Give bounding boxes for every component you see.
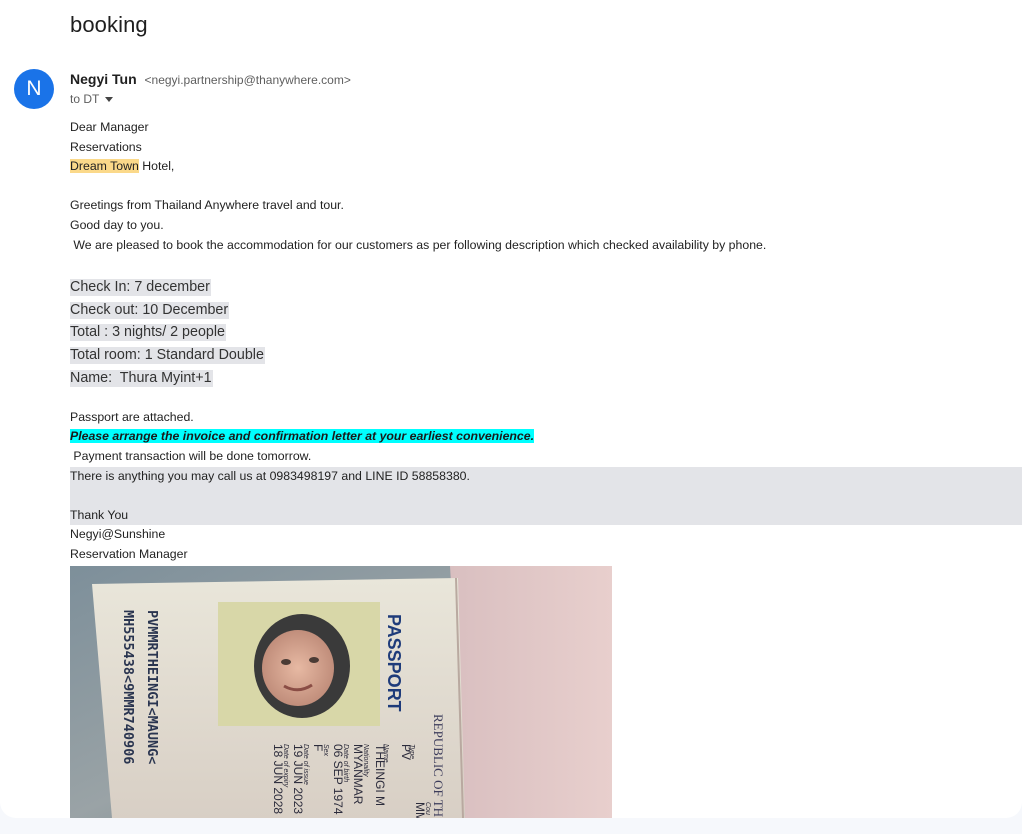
passport-field-value: 19 JUN 2023 xyxy=(291,744,305,814)
signature-line: Reservation Manager xyxy=(70,546,188,561)
email-message: booking N Negyi Tun <negyi.partnership@t… xyxy=(0,0,1022,818)
passport-field-value: 06 SEP 1974 xyxy=(331,744,345,815)
signature-line: Negyi@Sunshine xyxy=(70,527,166,542)
payment-note: Payment transaction will be done tomorro… xyxy=(70,448,312,463)
passport-mrz-line: MH555438<9MMR740906 xyxy=(120,610,136,764)
booking-detail-row: Check In: 7 december xyxy=(70,276,1022,299)
passport-field-value: MM xyxy=(413,802,427,818)
passport-issuer: REPUBLIC OF TH xyxy=(431,714,446,817)
booking-detail-text: Name: Thura Myint+1 xyxy=(70,369,213,387)
passport-field-value: F xyxy=(311,744,325,751)
booking-detail-text: Check In: 7 december xyxy=(70,278,211,296)
email-body: Dear Manager Reservations Dream Town Hot… xyxy=(70,118,1022,564)
greeting-line: Good day to you. xyxy=(70,217,164,232)
request-highlight: Please arrange the invoice and confirmat… xyxy=(70,429,535,444)
booking-detail-row: Name: Thura Myint+1 xyxy=(70,367,1022,390)
booking-detail-row: Total room: 1 Standard Double xyxy=(70,344,1022,367)
booking-details: Check In: 7 december Check out: 10 Decem… xyxy=(70,276,1022,390)
selected-text-block: There is anything you may call us at 098… xyxy=(70,466,1022,526)
passport-field-value: 18 JUN 2028 xyxy=(271,744,285,814)
booking-detail-text: Check out: 10 December xyxy=(70,301,230,319)
recipient-label: to DT xyxy=(70,92,100,106)
sender-avatar[interactable]: N xyxy=(14,69,54,109)
recipient-toggle[interactable]: to DT xyxy=(70,92,114,106)
sender-email: <negyi.partnership@thanywhere.com> xyxy=(144,73,351,87)
passport-mrz-line: PVMMRTHEINGI<MAUNG< xyxy=(144,610,160,764)
passport-field-value: PV xyxy=(399,744,413,760)
chevron-down-icon xyxy=(105,97,114,102)
booking-detail-text: Total : 3 nights/ 2 people xyxy=(70,324,226,342)
salutation-line: Dear Manager xyxy=(70,120,149,134)
greeting-line: Greetings from Thailand Anywhere travel … xyxy=(70,198,344,213)
hotel-name-highlight: Dream Town xyxy=(70,159,139,174)
sender-line: Negyi Tun <negyi.partnership@thanywhere.… xyxy=(70,71,351,87)
request-line: Please arrange the invoice and confirmat… xyxy=(70,427,1022,447)
booking-detail-text: Total room: 1 Standard Double xyxy=(70,347,265,365)
passport-attachment-image[interactable]: PASSPORT REPUBLIC OF TH Type PV Name THE… xyxy=(70,566,612,818)
greeting-line: We are pleased to book the accommodation… xyxy=(70,237,767,252)
hotel-line-rest: Hotel, xyxy=(138,159,175,174)
passport-field-value: THEINGI M xyxy=(373,744,387,806)
closing-line: Thank You xyxy=(70,507,129,522)
email-subject: booking xyxy=(70,12,148,37)
contact-line: There is anything you may call us at 098… xyxy=(70,468,470,483)
salutation-line: Reservations xyxy=(70,139,142,154)
passport-field-value: MYANMAR xyxy=(351,744,365,805)
booking-detail-row: Check out: 10 December xyxy=(70,299,1022,322)
passport-title: PASSPORT xyxy=(384,614,404,712)
booking-detail-row: Total : 3 nights/ 2 people xyxy=(70,321,1022,344)
passport-note: Passport are attached. xyxy=(70,409,194,424)
hotel-line: Dream Town Hotel, xyxy=(70,157,1022,177)
sender-name[interactable]: Negyi Tun xyxy=(70,71,137,87)
